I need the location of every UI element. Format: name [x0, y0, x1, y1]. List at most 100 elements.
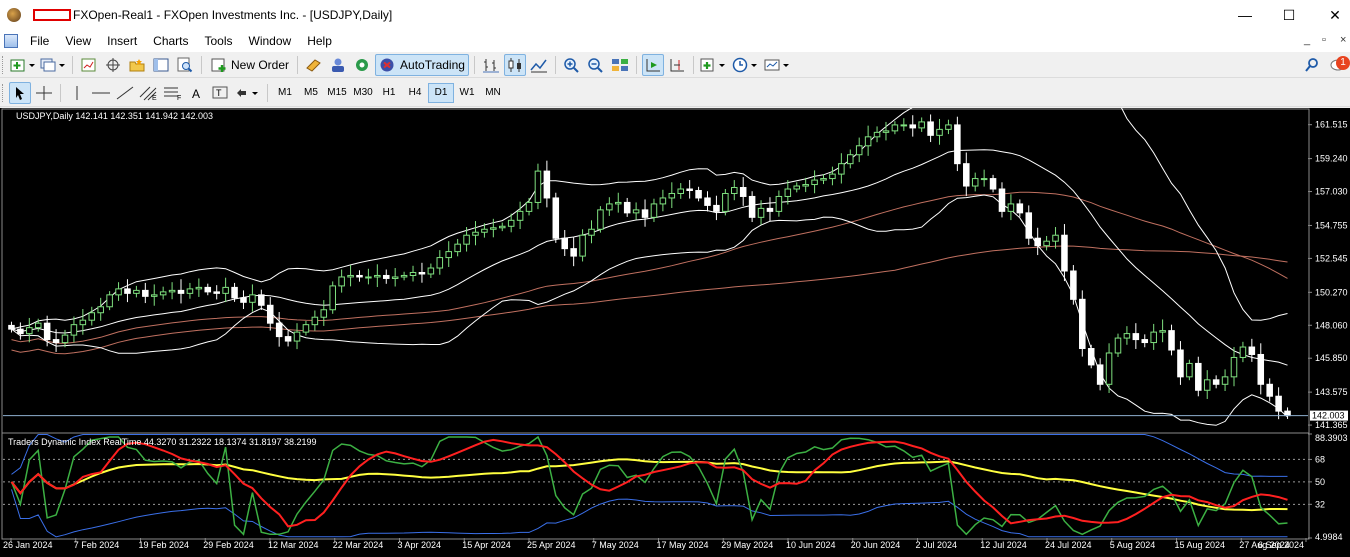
timeframe-m5[interactable]: M5	[298, 83, 324, 103]
trendline-button[interactable]	[114, 82, 136, 104]
chart-document-icon[interactable]	[4, 34, 18, 48]
menu-window[interactable]: Window	[241, 30, 300, 52]
candle-body	[731, 187, 738, 194]
new-order-icon	[211, 58, 226, 72]
candle-body	[400, 274, 408, 278]
candle-body	[704, 197, 711, 206]
bar-chart-button[interactable]	[480, 54, 502, 76]
toolbar-grip[interactable]	[2, 55, 5, 74]
text-tool-button[interactable]: A	[186, 82, 208, 104]
templates-button[interactable]	[763, 54, 793, 76]
vertical-line-button[interactable]	[66, 82, 88, 104]
timeframe-d1[interactable]: D1	[428, 82, 454, 103]
candle-body	[186, 288, 194, 294]
line-chart-button[interactable]	[528, 54, 550, 76]
candle-body	[1096, 364, 1104, 385]
navigator-button[interactable]	[126, 54, 148, 76]
autotrading-button[interactable]: AutoTrading	[375, 53, 469, 76]
search-button[interactable]	[1301, 54, 1323, 76]
cursor-arrow-icon	[16, 86, 24, 100]
price-axis-label: 157.030	[1315, 187, 1348, 197]
candle-body	[1043, 240, 1050, 247]
zoom-out-button[interactable]	[585, 54, 607, 76]
horizontal-line-button[interactable]	[90, 82, 112, 104]
candle-body	[463, 234, 470, 245]
fibonacci-button[interactable]: F	[162, 82, 184, 104]
equidistant-channel-button[interactable]: E	[138, 82, 160, 104]
candle-body	[409, 271, 417, 276]
time-axis-label: 25 Apr 2024	[527, 540, 576, 550]
candle-body	[507, 219, 515, 227]
candlestick-chart-button[interactable]	[503, 53, 526, 76]
chart-canvas[interactable]: 142.003161.515159.240157.030154.755152.5…	[0, 78, 1350, 557]
auto-scroll-icon	[646, 58, 660, 71]
candle-body	[1079, 298, 1086, 350]
price-axis-label: 159.240	[1315, 154, 1348, 164]
auto-scroll-button[interactable]	[641, 53, 664, 76]
chart-shift-button[interactable]	[666, 54, 688, 76]
candle-body	[650, 203, 658, 218]
svg-text:A: A	[192, 87, 200, 101]
cursor-tool-button[interactable]	[9, 81, 31, 104]
tile-windows-button[interactable]	[609, 54, 631, 76]
notification-badge: 1	[1336, 56, 1350, 70]
candle-body	[838, 163, 845, 175]
toolbar-separator	[692, 55, 694, 74]
menu-help[interactable]: Help	[299, 30, 340, 52]
candle-body	[258, 294, 265, 306]
candle-body	[561, 237, 568, 250]
candle-body	[79, 319, 87, 326]
menu-tools[interactable]: Tools	[197, 30, 241, 52]
timeframe-m15[interactable]: M15	[324, 83, 350, 103]
price-axis-label: 148.060	[1315, 320, 1348, 330]
periods-button[interactable]	[731, 54, 761, 76]
timeframe-h1[interactable]: H1	[376, 83, 402, 103]
terminal-button[interactable]	[150, 54, 172, 76]
profiles-button[interactable]	[39, 54, 67, 76]
strategy-tester-button[interactable]	[174, 54, 196, 76]
text-label-button[interactable]: T	[210, 82, 232, 104]
zoom-in-button[interactable]	[561, 54, 583, 76]
candle-body	[1007, 203, 1015, 212]
market-button[interactable]	[351, 54, 373, 76]
candle-body	[659, 197, 667, 205]
candle-body	[231, 286, 238, 299]
menu-view[interactable]: View	[57, 30, 99, 52]
close-button[interactable]: ✕	[1312, 0, 1350, 30]
menu-charts[interactable]: Charts	[145, 30, 196, 52]
candle-body	[900, 124, 908, 127]
timeframe-m1[interactable]: M1	[272, 83, 298, 103]
new-order-button[interactable]: New Order	[207, 54, 292, 76]
data-window-button[interactable]	[102, 54, 124, 76]
candle-body	[695, 190, 702, 199]
metaeditor-button[interactable]	[303, 54, 325, 76]
timeframe-w1[interactable]: W1	[454, 83, 480, 103]
market-watch-button[interactable]	[78, 54, 100, 76]
timeframe-h4[interactable]: H4	[402, 83, 428, 103]
toolbar-grip[interactable]	[2, 83, 5, 102]
timeframe-mn[interactable]: MN	[480, 83, 506, 103]
candle-body	[927, 121, 934, 136]
arrows-button[interactable]	[234, 82, 262, 104]
new-chart-button[interactable]	[9, 54, 37, 76]
toolbar-separator	[554, 55, 556, 74]
candle-body	[1016, 203, 1024, 214]
maximize-button[interactable]: ☐	[1266, 0, 1312, 30]
mdi-close-button[interactable]: ×	[1340, 34, 1346, 46]
candle-body	[936, 128, 943, 136]
candle-body	[17, 328, 24, 335]
mdi-restore-button[interactable]: ▫	[1322, 34, 1326, 46]
candle-body	[543, 170, 551, 199]
candle-body	[1052, 234, 1059, 242]
menu-insert[interactable]: Insert	[99, 30, 145, 52]
minimize-button[interactable]: —	[1222, 0, 1268, 30]
indicators-button[interactable]	[699, 54, 729, 76]
time-axis-label: 22 Mar 2024	[333, 540, 384, 550]
timeframe-m30[interactable]: M30	[350, 83, 376, 103]
candle-body	[97, 306, 104, 314]
crosshair-tool-button[interactable]	[33, 82, 55, 104]
menu-file[interactable]: File	[22, 30, 57, 52]
signals-button[interactable]	[327, 54, 349, 76]
chart-window[interactable]: 142.003 161.515 159.240 157.030 154.755 152.5…	[0, 78, 1350, 557]
mdi-minimize-button[interactable]: _	[1304, 34, 1310, 46]
